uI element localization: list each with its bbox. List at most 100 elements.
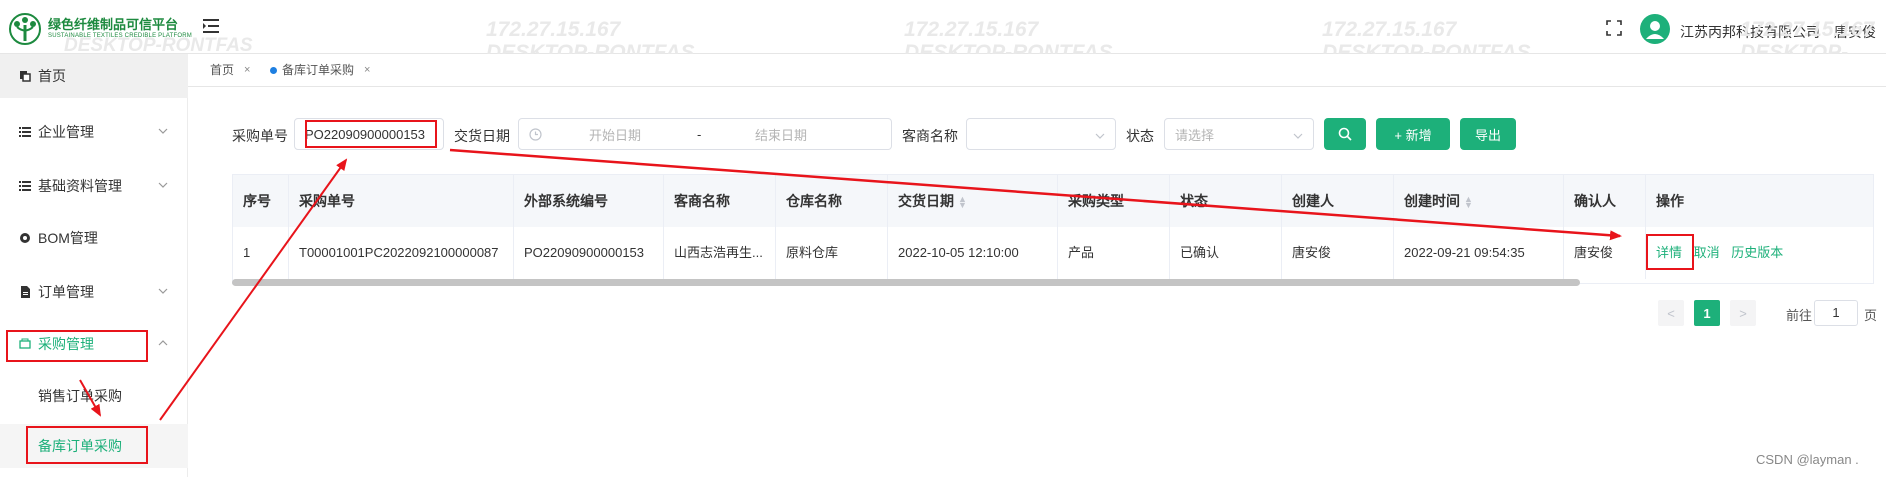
tab-stock-order-purchase[interactable]: 备库订单采购 × xyxy=(264,60,376,80)
chevron-down-icon xyxy=(1293,129,1303,144)
logo-text: 绿色纤维制品可信平台 SUSTAINABLE TEXTILES CREDIBLE… xyxy=(48,19,192,39)
column-header-label: 创建时间 xyxy=(1404,193,1460,209)
sidebar-item-purchase[interactable]: 采购管理 xyxy=(0,322,188,366)
top-bar: 绿色纤维制品可信平台 SUSTAINABLE TEXTILES CREDIBLE… xyxy=(0,0,1886,54)
export-button[interactable]: 导出 xyxy=(1460,118,1516,150)
sort-icon[interactable]: ▲ ▼ xyxy=(1464,195,1473,210)
detail-link[interactable]: 详情 xyxy=(1656,245,1682,260)
cell-delivery-date: 2022-10-05 12:10:00 xyxy=(888,227,1058,279)
tab-home[interactable]: 首页 × xyxy=(204,60,256,80)
sidebar-item-bom[interactable]: BOM管理 xyxy=(0,216,188,260)
avatar[interactable] xyxy=(1640,14,1670,44)
cell-po-number: T00001001PC2022092100000087 xyxy=(289,227,514,279)
cell-creator: 唐安俊 xyxy=(1282,227,1394,279)
cell-purchase-type: 产品 xyxy=(1058,227,1170,279)
logo-tree-icon xyxy=(8,12,42,46)
sidebar-item-label: 基础资料管理 xyxy=(38,178,122,194)
chevron-down-icon xyxy=(158,286,168,296)
page-suffix: 页 xyxy=(1864,308,1878,323)
start-date-placeholder: 开始日期 xyxy=(589,127,642,143)
sidebar-item-enterprise[interactable]: 企业管理 xyxy=(0,110,188,154)
search-button[interactable] xyxy=(1324,118,1366,150)
goto-page-input[interactable]: 1 xyxy=(1814,300,1858,326)
sort-icon[interactable]: ▲ ▼ xyxy=(958,195,967,210)
sidebar-subitem-sales-order-purchase[interactable]: 销售订单采购 xyxy=(0,374,188,418)
chevron-down-icon xyxy=(158,180,168,190)
column-header-created-time[interactable]: 创建时间 ▲ ▼ xyxy=(1394,175,1564,227)
po-number-input[interactable]: PO22090900000153 xyxy=(294,118,444,150)
cell-confirmer: 唐安俊 xyxy=(1564,227,1646,279)
username[interactable]: 唐安俊 xyxy=(1834,22,1876,42)
calendar-icon xyxy=(529,127,542,141)
sidebar-item-home[interactable]: 首页 xyxy=(0,54,188,98)
purchase-order-table: 序号 采购单号 外部系统编号 客商名称 仓库名称 交货日期 ▲ ▼ 采购类型 状态 … xyxy=(232,174,1874,284)
search-icon xyxy=(1338,127,1352,141)
cell-vendor: 山西志浩再生... xyxy=(664,227,776,279)
fullscreen-icon[interactable] xyxy=(1606,20,1622,36)
table-row: 1 T00001001PC2022092100000087 PO22090900… xyxy=(233,227,1873,279)
column-header-creator: 创建人 xyxy=(1282,175,1394,227)
tags-bar: 首页 × 备库订单采购 × xyxy=(188,54,1886,87)
prev-page-button[interactable]: < xyxy=(1658,300,1684,326)
chevron-down-icon xyxy=(1095,129,1105,144)
column-header-purchase-type: 采购类型 xyxy=(1058,175,1170,227)
sidebar-item-label: 首页 xyxy=(38,68,66,84)
column-header-status: 状态 xyxy=(1170,175,1282,227)
cell-created-time: 2022-09-21 09:54:35 xyxy=(1394,227,1564,279)
goto-label: 前往 xyxy=(1786,308,1813,323)
add-button[interactable]: + 新增 xyxy=(1376,118,1450,150)
sidebar-subitem-stock-order-purchase[interactable]: 备库订单采购 xyxy=(0,424,188,468)
cell-index: 1 xyxy=(233,227,289,279)
tab-label: 备库订单采购 xyxy=(282,63,355,77)
bom-icon xyxy=(18,231,32,245)
next-page-button[interactable]: > xyxy=(1730,300,1756,326)
active-dot-icon xyxy=(270,66,277,74)
tab-label: 首页 xyxy=(210,63,235,77)
company-name: 江苏丙邦科技有限公司 xyxy=(1680,24,1820,40)
collapse-menu-icon[interactable] xyxy=(202,17,220,35)
sidebar: 首页 企业管理 基础资料管理 BOM管理 订单管理 采购管理 销售订单采购 备库… xyxy=(0,54,188,477)
column-header-vendor: 客商名称 xyxy=(664,175,776,227)
purchase-icon xyxy=(18,337,32,351)
sidebar-subitem-label: 备库订单采购 xyxy=(38,438,122,454)
sidebar-item-label: BOM管理 xyxy=(38,230,98,246)
status-label: 状态 xyxy=(1126,128,1154,144)
list-icon xyxy=(18,125,32,139)
table-header: 序号 采购单号 外部系统编号 客商名称 仓库名称 交货日期 ▲ ▼ 采购类型 状态 … xyxy=(233,175,1873,228)
end-date-placeholder: 结束日期 xyxy=(755,127,808,143)
sidebar-item-basic-data[interactable]: 基础资料管理 xyxy=(0,164,188,208)
column-header-actions: 操作 xyxy=(1656,193,1684,209)
horizontal-scrollbar[interactable] xyxy=(232,279,1580,286)
status-select[interactable]: 请选择 xyxy=(1164,118,1314,150)
sidebar-item-label: 采购管理 xyxy=(38,336,94,352)
close-icon[interactable]: × xyxy=(364,60,370,80)
list-icon xyxy=(18,179,32,193)
csdn-credit: CSDN @layman . xyxy=(1756,452,1859,467)
column-header-warehouse: 仓库名称 xyxy=(776,175,888,227)
page-number-button[interactable]: 1 xyxy=(1694,300,1720,326)
sidebar-item-orders[interactable]: 订单管理 xyxy=(0,270,188,314)
po-number-label: 采购单号 xyxy=(232,128,288,144)
sidebar-subitem-label: 销售订单采购 xyxy=(38,388,122,404)
cell-warehouse: 原料仓库 xyxy=(776,227,888,279)
column-header-confirmer: 确认人 xyxy=(1564,175,1646,227)
cancel-link[interactable]: 取消 xyxy=(1694,245,1720,260)
column-header-po-number: 采购单号 xyxy=(289,175,514,227)
platform-logo[interactable]: 绿色纤维制品可信平台 SUSTAINABLE TEXTILES CREDIBLE… xyxy=(8,12,192,46)
chevron-down-icon xyxy=(158,126,168,136)
po-number-value: PO22090900000153 xyxy=(305,126,426,142)
column-header-index: 序号 xyxy=(233,175,289,227)
cell-external-no: PO22090900000153 xyxy=(514,227,664,279)
close-icon[interactable]: × xyxy=(244,60,250,80)
vendor-name-select[interactable] xyxy=(966,118,1116,150)
cell-actions: 详情 取消 历史版本 xyxy=(1646,227,1873,279)
logo-title: 绿色纤维制品可信平台 xyxy=(48,18,179,34)
history-version-link[interactable]: 历史版本 xyxy=(1731,245,1783,260)
sidebar-item-label: 订单管理 xyxy=(38,284,94,300)
delivery-date-range[interactable]: 开始日期 - 结束日期 xyxy=(518,118,892,150)
sidebar-item-label: 企业管理 xyxy=(38,124,94,140)
column-header-label: 交货日期 xyxy=(898,193,954,209)
home-copy-icon xyxy=(18,69,32,83)
column-header-delivery-date[interactable]: 交货日期 ▲ ▼ xyxy=(888,175,1058,227)
status-placeholder: 请选择 xyxy=(1175,127,1215,143)
